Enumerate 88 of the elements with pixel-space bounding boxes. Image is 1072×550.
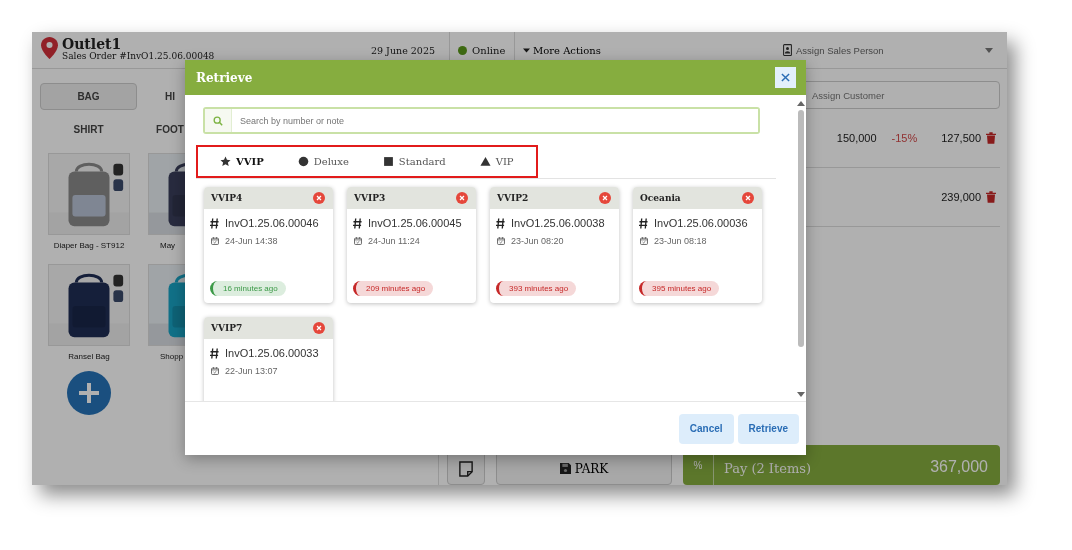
tier-tab[interactable]: VVIP — [220, 156, 264, 167]
caret-icon — [523, 47, 530, 53]
scroll-down-icon[interactable] — [796, 392, 805, 397]
order-number: InvO1.25.06.00036 — [654, 217, 748, 229]
item-total: 127,500 — [941, 132, 981, 144]
star-icon — [220, 156, 231, 167]
status-label: Online — [472, 44, 506, 56]
age-badge: 209 minutes ago — [353, 281, 434, 296]
order-date: 22-Jun 13:07 — [225, 366, 278, 376]
age-badge: 16 minutes ago — [210, 281, 286, 296]
item-price: 150,000 — [836, 132, 877, 144]
pay-label: Pay (2 Items) — [723, 459, 812, 476]
plus-icon — [79, 383, 99, 403]
order-name: VVIP2 — [497, 193, 529, 203]
trash-icon[interactable] — [986, 191, 996, 203]
close-button[interactable] — [775, 67, 796, 88]
order-name: VVIP3 — [354, 193, 386, 203]
order-name: VVIP4 — [211, 193, 243, 203]
close-icon[interactable] — [456, 192, 468, 204]
order-date: 24-Jun 11:24 — [368, 236, 420, 246]
more-actions-button[interactable]: More Actions — [523, 44, 783, 56]
category-tab[interactable]: BAG — [40, 83, 137, 110]
order-card[interactable]: VVIP4 InvO1.25.06.00046 24-Jun 14:38 16 minutes ago — [204, 187, 333, 303]
hash-icon — [353, 217, 362, 229]
note-icon — [459, 460, 473, 477]
outlet-name: Outlet1 — [62, 37, 123, 52]
order-name: Oceania — [640, 193, 681, 203]
hash-icon — [496, 217, 505, 229]
dialog-button[interactable]: Retrieve — [737, 413, 799, 444]
calendar-icon — [211, 237, 219, 245]
hash-icon — [639, 217, 648, 229]
order-name: VVIP7 — [211, 323, 243, 333]
order-number: InvO1.25.06.00033 — [225, 347, 319, 359]
item-total: 239,000 — [941, 191, 981, 203]
scrollbar-thumb[interactable] — [797, 110, 804, 347]
product-name: Ransel Bag — [68, 352, 110, 361]
close-icon[interactable] — [599, 192, 611, 204]
category-tab[interactable]: HI — [137, 83, 203, 110]
calendar-icon — [497, 237, 505, 245]
order-number: Sales Order #InvO1.25.06.00048 — [62, 51, 215, 62]
sales-person-select[interactable]: Assign Sales Person — [796, 44, 981, 56]
close-icon[interactable] — [313, 322, 325, 334]
product-name: Diaper Bag - ST912 — [53, 241, 125, 250]
dialog-title: Retrieve — [196, 70, 253, 85]
hash-icon — [210, 217, 219, 229]
calendar-icon — [640, 237, 648, 245]
order-number: InvO1.25.06.00045 — [368, 217, 462, 229]
search-icon — [213, 115, 223, 126]
category-tab[interactable]: FOOT — [137, 116, 203, 143]
calendar-icon — [211, 367, 219, 375]
category-tab[interactable]: SHIRT — [40, 116, 137, 143]
tier-tab[interactable]: Deluxe — [297, 156, 349, 167]
order-date: 24-Jun 14:38 — [225, 236, 278, 246]
triangle-icon — [479, 156, 491, 167]
product-name: Shopp — [160, 352, 184, 361]
close-icon[interactable] — [313, 192, 325, 204]
id-badge-icon — [783, 44, 792, 56]
search-field[interactable]: Search by number or note — [203, 107, 760, 134]
close-icon[interactable] — [742, 192, 754, 204]
order-card[interactable]: VVIP2 InvO1.25.06.00038 23-Jun 08:20 393 minutes ago — [490, 187, 619, 303]
order-date: 23-Jun 08:18 — [654, 236, 707, 246]
save-icon — [559, 463, 571, 474]
order-card[interactable]: VVIP7 InvO1.25.06.00033 22-Jun 13:07 — [204, 317, 333, 401]
order-card[interactable]: Oceania InvO1.25.06.00036 23-Jun 08:18 395 minutes ago — [633, 187, 762, 303]
order-number: InvO1.25.06.00038 — [511, 217, 605, 229]
item-discount: -15% — [891, 132, 918, 144]
location-pin-icon — [41, 37, 58, 59]
order-number: InvO1.25.06.00046 — [225, 217, 319, 229]
pay-amount: 367,000 — [930, 457, 988, 476]
hash-icon — [210, 347, 219, 359]
product-name: May — [160, 241, 176, 250]
status-dot — [458, 45, 467, 55]
square-icon — [382, 156, 394, 167]
age-badge: 393 minutes ago — [496, 281, 577, 296]
calendar-icon — [354, 237, 362, 245]
close-icon — [781, 73, 790, 82]
order-date: 29 June 2025 — [371, 44, 436, 56]
trash-icon[interactable] — [986, 132, 996, 144]
order-card[interactable]: VVIP3 InvO1.25.06.00045 24-Jun 11:24 209 minutes ago — [347, 187, 476, 303]
order-date: 23-Jun 08:20 — [511, 236, 564, 246]
tier-tab[interactable]: VIP — [479, 156, 514, 167]
tier-tab[interactable]: Standard — [382, 156, 446, 167]
caret-icon[interactable] — [985, 47, 993, 53]
scroll-up-icon[interactable] — [796, 101, 805, 106]
add-button[interactable] — [67, 371, 111, 415]
dialog-button[interactable]: Cancel — [678, 413, 734, 444]
circle-icon — [297, 156, 309, 167]
age-badge: 395 minutes ago — [639, 281, 720, 296]
